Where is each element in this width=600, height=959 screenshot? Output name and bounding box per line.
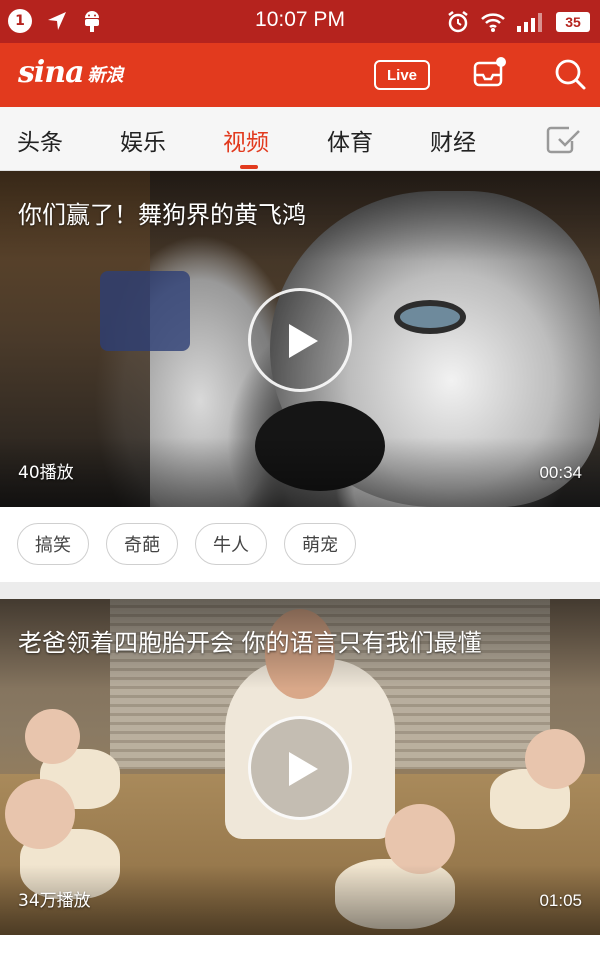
app-header: sina 新浪 Live [0,43,600,107]
logo-sina-text: sina [18,55,85,90]
tab-headline[interactable]: 头条 [17,123,63,157]
live-button[interactable]: Live [374,60,430,90]
search-icon[interactable] [553,57,587,91]
tag-chip[interactable]: 牛人 [195,523,267,565]
battery-indicator: 35 [556,12,590,32]
video-title[interactable]: 你们赢了！舞狗界的黄飞鸿 [18,195,306,230]
status-right: 35 [446,10,590,34]
view-count: 34万播放 [18,891,91,911]
view-count: 40播放 [18,463,74,483]
video-thumbnail[interactable]: 老爸领着四胞胎开会 你的语言只有我们最懂 34万播放 01:05 [0,599,600,935]
alarm-icon [448,11,468,33]
tag-chip[interactable]: 奇葩 [106,523,178,565]
play-button[interactable] [248,716,352,820]
play-button[interactable] [248,288,352,392]
play-icon [289,324,318,358]
video-card: 老爸领着四胞胎开会 你的语言只有我们最懂 34万播放 01:05 [0,599,600,959]
tab-video[interactable]: 视频 [223,123,269,157]
tab-sports[interactable]: 体育 [327,123,373,157]
channel-manage-icon[interactable] [545,125,581,155]
tag-chip[interactable]: 搞笑 [17,523,89,565]
live-label: Live [386,66,417,84]
status-bar: 1 10:07 PM 35 [0,0,600,43]
sina-logo[interactable]: sina 新浪 [18,55,124,90]
video-duration: 01:05 [539,891,582,910]
active-tab-indicator [240,165,258,169]
video-card: 你们赢了！舞狗界的黄飞鸿 40播放 00:34 搞笑 奇葩 牛人 萌宠 [0,171,600,582]
category-tabs: 头条 娱乐 视频 体育 财经 [0,107,600,171]
logo-cn-text: 新浪 [87,65,124,86]
tag-list: 搞笑 奇葩 牛人 萌宠 [17,523,356,565]
wifi-icon [481,13,505,32]
video-title[interactable]: 老爸领着四胞胎开会 你的语言只有我们最懂 [18,623,482,658]
tab-finance[interactable]: 财经 [430,123,476,157]
inbox-icon[interactable] [472,57,506,91]
video-thumbnail[interactable]: 你们赢了！舞狗界的黄飞鸿 40播放 00:34 [0,171,600,507]
signal-icon [517,13,542,32]
tag-chip[interactable]: 萌宠 [284,523,356,565]
play-icon [289,752,318,786]
tab-entertainment[interactable]: 娱乐 [120,123,166,157]
video-duration: 00:34 [539,463,582,482]
